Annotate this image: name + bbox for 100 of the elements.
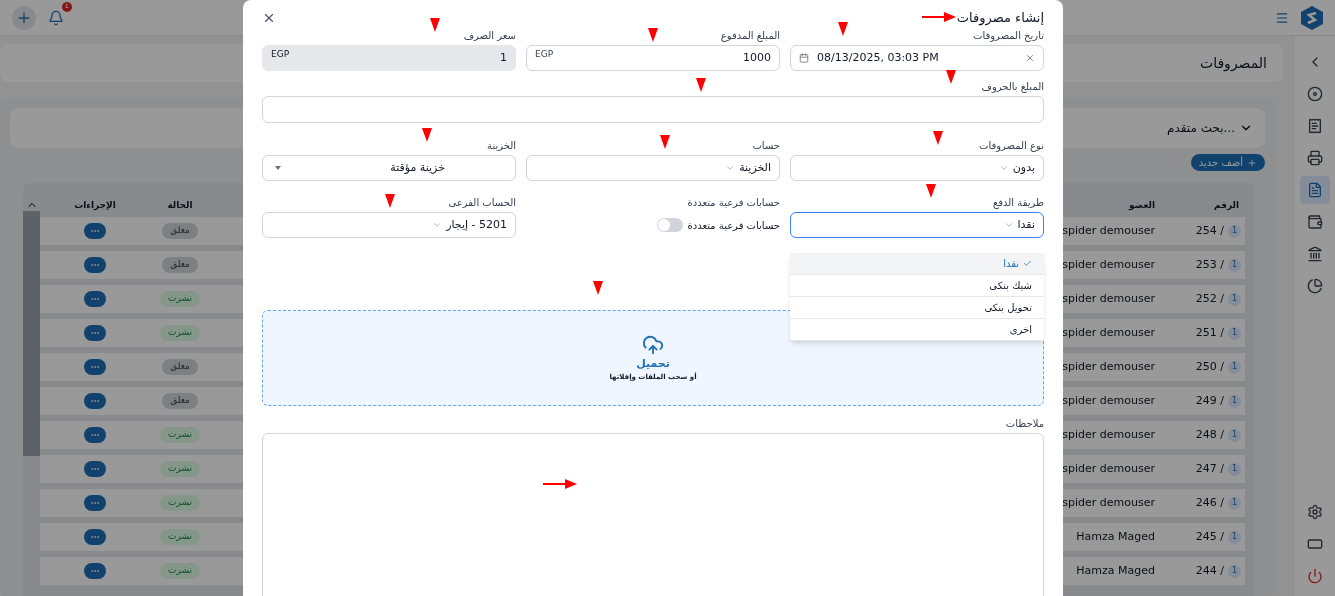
chevron-down-icon	[1003, 220, 1014, 230]
clear-icon[interactable]	[1025, 53, 1035, 63]
annotation-arrow-icon	[946, 70, 956, 84]
treasury-select[interactable]: خزينة مؤقتة	[262, 155, 516, 181]
annotation-arrow-icon	[933, 131, 943, 145]
chevron-down-icon	[432, 220, 443, 230]
caret-down-icon	[275, 166, 281, 170]
actions-button[interactable]	[84, 359, 106, 375]
annotation-arrow-icon	[696, 78, 706, 92]
status-badge: نشرت	[160, 291, 200, 307]
document-icon[interactable]	[1300, 176, 1330, 204]
column-header: الحالة	[167, 199, 193, 213]
annotation-arrow-icon	[543, 479, 577, 489]
field-label: نوع المصروفات	[979, 140, 1044, 152]
notes-field[interactable]	[262, 433, 1044, 596]
number-cell-text: 246 /	[1195, 494, 1224, 511]
add-new-button[interactable]: أضف جديد	[1190, 154, 1265, 171]
member-cell-text: spider demouser	[1062, 392, 1155, 409]
expense-type-select[interactable]: بدون	[790, 155, 1044, 181]
actions-button[interactable]	[84, 325, 106, 341]
status-badge: نشرت	[160, 461, 200, 477]
dropdown-option[interactable]: شيك بنكى	[790, 275, 1044, 297]
annotation-arrow-icon	[648, 28, 658, 42]
actions-button[interactable]	[84, 563, 106, 579]
count-badge: 1	[1228, 292, 1241, 306]
count-badge: 1	[1228, 428, 1241, 442]
status-badge: نشرت	[160, 427, 200, 443]
count-badge: 1	[1228, 496, 1241, 510]
count-badge: 1	[1228, 394, 1241, 408]
sub-account-select[interactable]: 5201 - إيجار	[262, 212, 516, 238]
number-cell-text: 249 /	[1195, 392, 1224, 409]
window-icon[interactable]	[1307, 536, 1323, 552]
member-cell-text: Hamza Maged	[1076, 562, 1155, 579]
column-header: الرقم	[1214, 199, 1239, 213]
page-title: المصروفات	[1200, 53, 1267, 74]
member-cell-text: spider demouser	[1062, 358, 1155, 375]
status-badge: معلق	[162, 359, 198, 375]
chevron-down-icon	[998, 163, 1009, 173]
dropdown-option[interactable]: نقدا	[790, 253, 1044, 275]
scrollbar-thumb[interactable]	[23, 211, 40, 456]
annotation-arrow-icon	[660, 135, 670, 149]
member-cell-text: spider demouser	[1062, 290, 1155, 307]
payment-method-select[interactable]: نقدا	[790, 212, 1044, 238]
chevron-down-icon	[725, 163, 736, 173]
annotation-arrow-icon	[922, 12, 956, 22]
bell-icon[interactable]	[48, 9, 64, 26]
count-badge: 1	[1228, 530, 1241, 544]
status-badge: معلق	[162, 257, 198, 273]
actions-button[interactable]	[84, 495, 106, 511]
amount-in-words-field[interactable]	[262, 96, 1044, 123]
member-cell-text: Hamza Maged	[1076, 528, 1155, 545]
number-cell-text: 248 /	[1195, 426, 1224, 443]
calendar-icon	[799, 53, 809, 63]
toggle-switch[interactable]	[657, 218, 684, 232]
actions-button[interactable]	[84, 427, 106, 443]
status-badge: معلق	[162, 393, 198, 409]
count-badge: 1	[1228, 326, 1241, 340]
count-badge: 1	[1228, 462, 1241, 476]
status-badge: معلق	[162, 223, 198, 239]
status-badge: نشرت	[160, 325, 200, 341]
member-cell-text: spider demouser	[1062, 494, 1155, 511]
power-icon[interactable]	[1307, 568, 1323, 584]
column-header: العضو	[1128, 199, 1155, 213]
plus-icon	[1247, 157, 1257, 168]
paid-amount-field[interactable]: EGP 1000	[526, 45, 780, 71]
number-cell-text: 251 /	[1195, 324, 1224, 341]
menu-icon[interactable]	[1275, 10, 1289, 25]
modal-title: إنشاء مصروفات	[956, 9, 1044, 28]
account-select[interactable]: الخزينة	[526, 155, 780, 181]
actions-button[interactable]	[84, 393, 106, 409]
field-label: حسابات فرعية متعددة	[687, 197, 780, 209]
close-icon[interactable]	[262, 11, 276, 25]
number-cell-text: 247 /	[1195, 460, 1224, 477]
field-label: ملاحظات	[1005, 418, 1044, 430]
actions-button[interactable]	[84, 461, 106, 477]
status-badge: نشرت	[160, 495, 200, 511]
count-badge: 1	[1228, 564, 1241, 578]
add-icon[interactable]	[12, 5, 36, 30]
number-cell-text: 250 /	[1195, 358, 1224, 375]
field-label: الخزينة	[487, 140, 516, 152]
count-badge: 1	[1228, 224, 1241, 238]
cloud-upload-icon	[642, 333, 664, 356]
actions-button[interactable]	[84, 529, 106, 545]
actions-button[interactable]	[84, 257, 106, 273]
annotation-arrow-icon	[430, 18, 440, 32]
date-field[interactable]: 08/13/2025, 03:03 PM	[790, 45, 1044, 71]
annotation-arrow-icon	[838, 22, 848, 36]
actions-button[interactable]	[84, 223, 106, 239]
annotation-arrow-icon	[422, 128, 432, 142]
dropdown-option[interactable]: تحويل بنكى	[790, 297, 1044, 319]
annotation-arrow-icon	[593, 281, 603, 295]
actions-button[interactable]	[84, 291, 106, 307]
member-cell-text: spider demouser	[1062, 426, 1155, 443]
member-cell-text: spider demouser	[1062, 256, 1155, 273]
number-cell-text: 254 /	[1195, 222, 1224, 239]
settings-icon[interactable]	[1307, 504, 1323, 520]
annotation-arrow-icon	[926, 184, 936, 198]
count-badge: 1	[1228, 360, 1241, 374]
check-icon	[1023, 259, 1032, 268]
status-badge: نشرت	[160, 529, 200, 545]
